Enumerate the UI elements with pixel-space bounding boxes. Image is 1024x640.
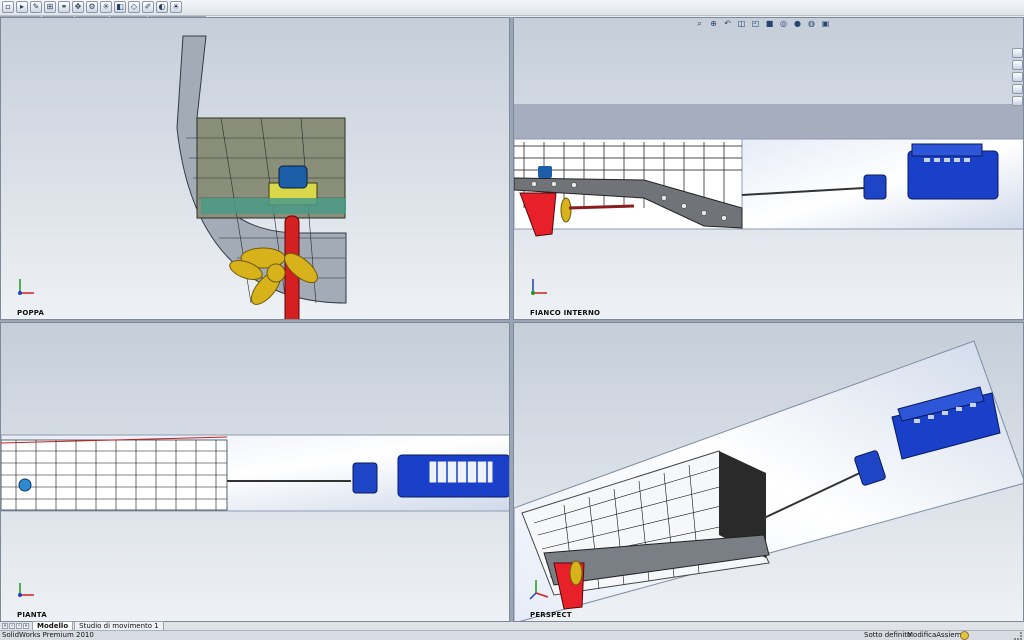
viewport-perspect[interactable]: PERSPECT: [513, 322, 1024, 622]
heads-up-view-toolbar: ⌕ ⊕ ↶ ◫ ◰ ■ ◎ ● ◍ ▣: [694, 18, 831, 32]
file-explorer-icon[interactable]: [1012, 72, 1023, 82]
insert-component-icon[interactable]: ⊞: [44, 1, 56, 13]
last-tab-icon[interactable]: »: [23, 623, 29, 629]
hide-show-icon[interactable]: ◎: [778, 18, 789, 29]
model-tabs-bar: « ‹ › » Modello Studio di movimento 1: [0, 621, 1024, 631]
viewport-label: PERSPECT: [530, 611, 572, 619]
scene-icon[interactable]: ◍: [806, 18, 817, 29]
viewport-poppa[interactable]: POPPA: [0, 17, 510, 320]
status-mode: ModificaAssieme: [907, 631, 966, 639]
display-style-icon[interactable]: ■: [764, 18, 775, 29]
status-definition: Sotto definito: [864, 631, 912, 639]
view-settings-icon[interactable]: ▣: [820, 18, 831, 29]
viewport-graphics: [1, 18, 509, 319]
section-view-icon[interactable]: ◫: [736, 18, 747, 29]
first-tab-icon[interactable]: «: [2, 623, 8, 629]
viewport-splitter-vertical[interactable]: [510, 17, 513, 622]
edit-appearance-icon[interactable]: ●: [792, 18, 803, 29]
resize-grip-icon[interactable]: [1014, 632, 1022, 640]
zoom-area-icon[interactable]: ⊕: [708, 18, 719, 29]
viewport-label: POPPA: [17, 309, 45, 317]
design-library-icon[interactable]: [1012, 60, 1023, 70]
resources-icon[interactable]: [1012, 48, 1023, 58]
axis-triad-icon: [531, 279, 547, 295]
view-orientation-icon[interactable]: ◰: [750, 18, 761, 29]
smart-fastener-icon[interactable]: ⚙: [86, 1, 98, 13]
axis-triad-icon: [18, 583, 34, 597]
command-manager: ▫ ▸ ✎ ⊞ ⚭ ✥ ⚙ ✳ ◧ ◇ ✐ ◐ ☀: [0, 0, 1024, 16]
axis-triad-icon: [18, 279, 34, 295]
assembly-feature-icon[interactable]: ◧: [114, 1, 126, 13]
explode-icon[interactable]: ✳: [100, 1, 112, 13]
viewport-label: PIANTA: [17, 611, 47, 619]
move-icon[interactable]: ✥: [72, 1, 84, 13]
task-pane-tabs: [1012, 48, 1024, 122]
status-app-name: SolidWorks Premium 2010: [2, 631, 94, 639]
viewport-fianco-interno[interactable]: FIANCO INTERNO: [513, 17, 1024, 320]
viewport-graphics: [514, 18, 1023, 319]
reference-geometry-icon[interactable]: ◇: [128, 1, 140, 13]
previous-view-icon[interactable]: ↶: [722, 18, 733, 29]
prev-tab-icon[interactable]: ‹: [9, 623, 15, 629]
axis-triad-icon: [529, 580, 549, 600]
help-icon[interactable]: [960, 631, 969, 640]
custom-properties-icon[interactable]: [1012, 96, 1023, 106]
quick-access-toolbar: ▫ ▸ ✎ ⊞ ⚭ ✥ ⚙ ✳ ◧ ◇ ✐ ◐ ☀: [2, 1, 182, 15]
mate-icon[interactable]: ⚭: [58, 1, 70, 13]
viewport-graphics: [514, 323, 1023, 621]
open-icon[interactable]: ▸: [16, 1, 28, 13]
sketch-icon[interactable]: ✐: [142, 1, 154, 13]
viewport-pianta[interactable]: PIANTA: [0, 322, 510, 622]
new-icon[interactable]: ▫: [2, 1, 14, 13]
tab-scroll-arrows: « ‹ › »: [2, 623, 29, 629]
appearances-icon[interactable]: [1012, 84, 1023, 94]
edit-icon[interactable]: ✎: [30, 1, 42, 13]
viewport-label: FIANCO INTERNO: [530, 309, 601, 317]
section-icon[interactable]: ◐: [156, 1, 168, 13]
next-tab-icon[interactable]: ›: [16, 623, 22, 629]
viewport-graphics: [1, 323, 509, 621]
status-bar: SolidWorks Premium 2010 Sotto definito M…: [0, 630, 1024, 640]
zoom-to-fit-icon[interactable]: ⌕: [694, 18, 705, 29]
render-icon[interactable]: ☀: [170, 1, 182, 13]
